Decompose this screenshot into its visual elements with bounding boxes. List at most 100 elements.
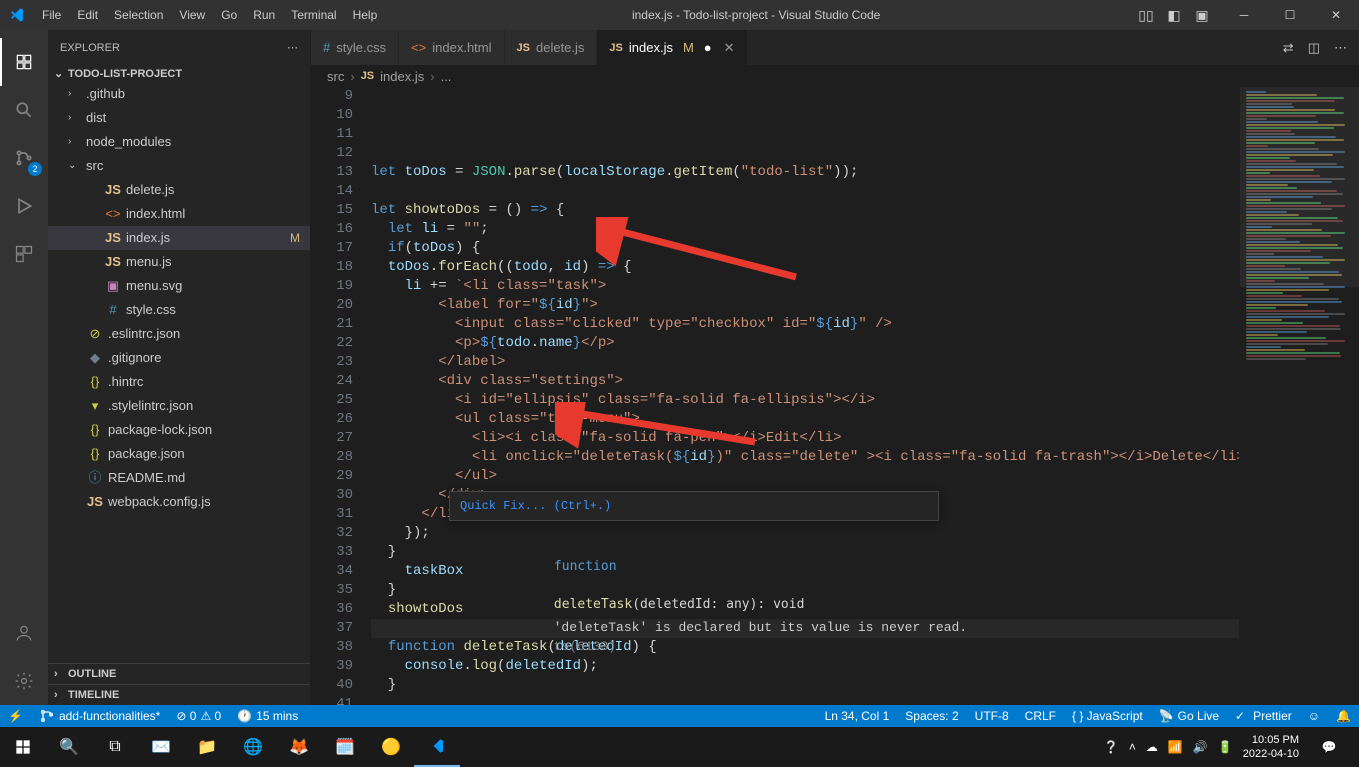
problems-indicator[interactable]: ⊘ 0 ⚠ 0 (168, 705, 229, 727)
tray-battery-icon[interactable]: 🔋 (1218, 740, 1233, 754)
notifications-icon[interactable]: 🔔 (1328, 705, 1359, 727)
file-tree[interactable]: ›.github›dist›node_modules⌄srcJSdelete.j… (48, 82, 310, 663)
explorer-view-icon[interactable] (0, 38, 48, 86)
explorer-more-icon[interactable]: ⋯ (287, 41, 298, 54)
prettier-status[interactable]: Prettier (1227, 705, 1300, 727)
quick-fix-link[interactable]: Quick Fix... (Ctrl+.) (460, 497, 611, 516)
tray-help-icon[interactable]: ❔ (1104, 740, 1119, 754)
tray-chevron-icon[interactable]: ˄ (1129, 740, 1136, 754)
file-tree-item[interactable]: {}package-lock.json (48, 418, 310, 442)
file-tree-item[interactable]: JSdelete.js (48, 178, 310, 202)
editor-tab[interactable]: <>index.html (399, 30, 504, 65)
extensions-icon[interactable] (0, 230, 48, 278)
account-icon[interactable] (0, 609, 48, 657)
file-tree-item[interactable]: JSwebpack.config.js (48, 490, 310, 514)
breadcrumbs[interactable]: src › JS index.js › ... (311, 65, 1359, 87)
clock-date: 2022-04-10 (1243, 747, 1299, 761)
encoding-status[interactable]: UTF-8 (967, 705, 1017, 727)
crumb-symbol[interactable]: ... (441, 69, 452, 84)
wakatime-status[interactable]: 🕐 15 mins (229, 705, 306, 727)
vscode-taskbar-icon[interactable] (414, 727, 460, 767)
menu-file[interactable]: File (34, 0, 69, 30)
menu-terminal[interactable]: Terminal (283, 0, 344, 30)
tab-bar: #style.css<>index.htmlJSdelete.jsJSindex… (311, 30, 1359, 65)
split-editor-icon[interactable]: ◫ (1308, 40, 1320, 56)
minimize-button[interactable]: ─ (1221, 0, 1267, 30)
file-tree-item[interactable]: <>index.html (48, 202, 310, 226)
remote-indicator[interactable]: ⚡ (0, 705, 31, 727)
file-tree-item[interactable]: JSmenu.js (48, 250, 310, 274)
minimap[interactable] (1239, 87, 1359, 705)
file-tree-item[interactable]: ⌄src (48, 154, 310, 178)
file-tree-item[interactable]: ▾.stylelintrc.json (48, 394, 310, 418)
tray-onedrive-icon[interactable]: ☁ (1146, 740, 1158, 754)
settings-gear-icon[interactable] (0, 657, 48, 705)
file-tree-item[interactable]: JSindex.jsM (48, 226, 310, 250)
chrome-icon[interactable]: 🟡 (368, 727, 414, 767)
mail-app-icon[interactable]: ✉️ (138, 727, 184, 767)
go-live-button[interactable]: 📡 Go Live (1151, 705, 1227, 727)
compare-icon[interactable]: ⇄ (1283, 40, 1294, 56)
menu-edit[interactable]: Edit (69, 0, 106, 30)
file-tree-item[interactable]: ◆.gitignore (48, 346, 310, 370)
toggle-panel-icon[interactable]: ▯▯ (1135, 4, 1157, 26)
eol-status[interactable]: CRLF (1017, 705, 1064, 727)
tray-wifi-icon[interactable]: 📶 (1168, 740, 1183, 754)
feedback-icon[interactable]: ☺ (1300, 705, 1328, 727)
editor-group: #style.css<>index.htmlJSdelete.jsJSindex… (311, 30, 1359, 705)
edge-icon[interactable]: 🌐 (230, 727, 276, 767)
start-button[interactable] (0, 727, 46, 767)
language-mode[interactable]: { } JavaScript (1064, 705, 1151, 727)
calendar-icon[interactable]: 🗓️ (322, 727, 368, 767)
indent-status[interactable]: Spaces: 2 (897, 705, 966, 727)
file-tree-item[interactable]: ▣menu.svg (48, 274, 310, 298)
menu-view[interactable]: View (171, 0, 213, 30)
editor-actions: ⇄ ◫ ⋯ (1271, 30, 1359, 65)
menu-run[interactable]: Run (245, 0, 283, 30)
file-tree-item[interactable]: {}package.json (48, 442, 310, 466)
project-root[interactable]: ⌄ TODO-LIST-PROJECT (48, 65, 310, 82)
timeline-section[interactable]: › TIMELINE (48, 684, 310, 705)
explorer-sidebar: EXPLORER ⋯ ⌄ TODO-LIST-PROJECT ›.github›… (48, 30, 311, 705)
action-center-icon[interactable]: 💬 (1309, 727, 1349, 767)
toggle-sidebar-icon[interactable]: ◧ (1163, 4, 1185, 26)
clock-time: 10:05 PM (1243, 733, 1299, 747)
tray-volume-icon[interactable]: 🔊 (1193, 740, 1208, 754)
outline-section[interactable]: › OUTLINE (48, 663, 310, 684)
crumb-file[interactable]: index.js (380, 69, 424, 84)
close-tab-icon[interactable]: ✕ (724, 40, 735, 56)
warning-count: 0 (215, 709, 222, 723)
file-tree-item[interactable]: ›.github (48, 82, 310, 106)
file-explorer-icon[interactable]: 📁 (184, 727, 230, 767)
close-button[interactable]: ✕ (1313, 0, 1359, 30)
file-tree-item[interactable]: ⊘.eslintrc.json (48, 322, 310, 346)
system-clock[interactable]: 10:05 PM 2022-04-10 (1243, 733, 1299, 761)
editor-tab[interactable]: #style.css (311, 30, 399, 65)
file-tree-item[interactable]: {}.hintrc (48, 370, 310, 394)
menu-selection[interactable]: Selection (106, 0, 171, 30)
file-tree-item[interactable]: ›dist (48, 106, 310, 130)
minimap-slider[interactable] (1240, 87, 1359, 287)
file-tree-item[interactable]: ⓘREADME.md (48, 466, 310, 490)
search-button[interactable]: 🔍 (46, 727, 92, 767)
more-actions-icon[interactable]: ⋯ (1334, 40, 1347, 56)
layout-icon[interactable]: ▣ (1191, 4, 1213, 26)
task-view-button[interactable]: ⧉ (92, 727, 138, 767)
cursor-position[interactable]: Ln 34, Col 1 (817, 705, 898, 727)
file-tree-item[interactable]: #style.css (48, 298, 310, 322)
run-debug-icon[interactable] (0, 182, 48, 230)
menu-go[interactable]: Go (213, 0, 245, 30)
firefox-icon[interactable]: 🦊 (276, 727, 322, 767)
editor-tab[interactable]: JSindex.jsM●✕ (597, 30, 747, 65)
crumb-src[interactable]: src (327, 69, 344, 84)
wakatime-value: 15 mins (256, 705, 298, 727)
git-branch[interactable]: add-functionalities* (31, 705, 168, 727)
menu-help[interactable]: Help (345, 0, 386, 30)
code-content[interactable]: let toDos = JSON.parse(localStorage.getI… (371, 87, 1359, 705)
code-editor[interactable]: 9101112131415161718192021222324252627282… (311, 87, 1359, 705)
editor-tab[interactable]: JSdelete.js (505, 30, 598, 65)
maximize-button[interactable]: ☐ (1267, 0, 1313, 30)
search-view-icon[interactable] (0, 86, 48, 134)
file-tree-item[interactable]: ›node_modules (48, 130, 310, 154)
source-control-icon[interactable]: 2 (0, 134, 48, 182)
